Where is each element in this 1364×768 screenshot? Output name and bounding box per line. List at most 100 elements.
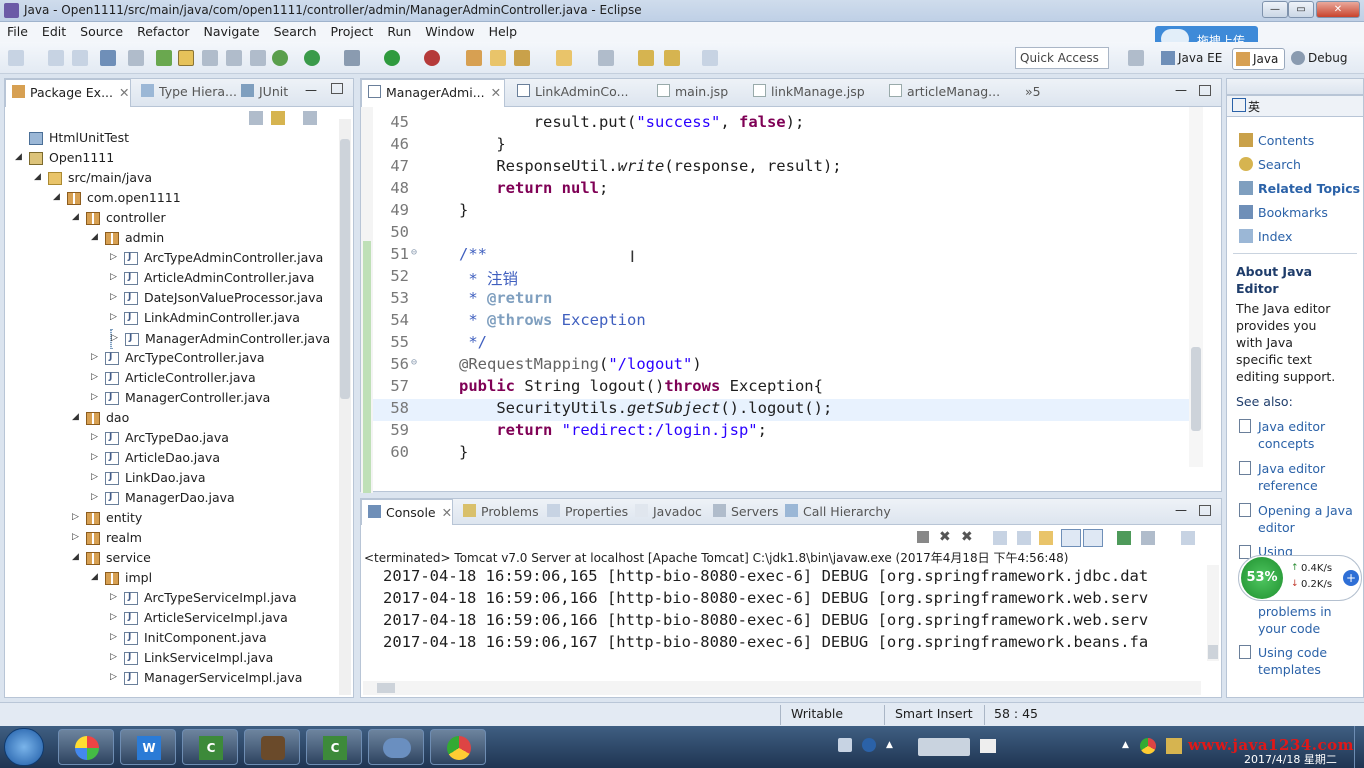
quick-access-input[interactable]: Quick Access	[1015, 47, 1109, 69]
tray-app-icon[interactable]	[1166, 738, 1182, 754]
tab-problems[interactable]: Problems	[457, 499, 539, 525]
expanded-arrow-icon[interactable]: ◢	[91, 572, 98, 582]
external-tools-icon[interactable]	[424, 50, 440, 66]
expanded-arrow-icon[interactable]: ◢	[72, 412, 79, 422]
collapsed-arrow-icon[interactable]: ▷	[110, 612, 117, 622]
code-line[interactable]: 58 SecurityUtils.getSubject().logout();	[373, 399, 1189, 421]
tab-javadoc[interactable]: Javadoc	[629, 499, 705, 525]
code-line[interactable]: 45 result.put("success", false);	[373, 113, 1189, 135]
expand-icon[interactable]: +	[1343, 570, 1359, 586]
see-also-link[interactable]: Opening a Java editor	[1258, 502, 1354, 536]
code-line[interactable]: 51 /** ⊖	[373, 245, 1189, 267]
next-annotation-icon[interactable]	[556, 50, 572, 66]
console-output[interactable]: 2017-04-18 16:59:06,165 [http-bio-8080-e…	[361, 567, 1207, 679]
display-console-icon[interactable]	[1141, 531, 1155, 545]
menu-refactor[interactable]: Refactor	[130, 22, 196, 42]
collapsed-arrow-icon[interactable]: ▷	[72, 532, 79, 542]
tab-link-admin-controller[interactable]: LinkAdminCo...	[511, 79, 631, 107]
terminate-icon[interactable]	[917, 531, 929, 543]
server-start-icon[interactable]	[304, 50, 320, 66]
code-line[interactable]: 50	[373, 223, 1189, 245]
expanded-arrow-icon[interactable]: ◢	[34, 172, 41, 182]
fold-icon[interactable]: ⊖	[411, 247, 417, 258]
code-line[interactable]: 57 public String logout()throws Exception…	[373, 377, 1189, 399]
expanded-arrow-icon[interactable]: ◢	[53, 192, 60, 202]
menu-window[interactable]: Window	[418, 22, 481, 42]
menu-project[interactable]: Project	[324, 22, 381, 42]
maximize-button[interactable]: ▭	[1288, 1, 1314, 18]
debug-icon[interactable]	[344, 50, 360, 66]
tab-package-explorer[interactable]: Package Ex... ✕	[5, 79, 131, 107]
code-line[interactable]: 53 * @return	[373, 289, 1189, 311]
code-line[interactable]: 46 }	[373, 135, 1189, 157]
remove-launch-icon[interactable]: ✖	[939, 529, 951, 545]
tray-arrow-icon[interactable]: ▲	[1122, 740, 1129, 750]
tree-scrollbar[interactable]	[339, 119, 351, 695]
refresh-icon[interactable]	[272, 50, 288, 66]
pin-console-icon[interactable]	[1117, 531, 1131, 545]
taskbar-word-icon[interactable]: W	[120, 729, 176, 765]
help-search-link[interactable]: Search	[1258, 157, 1301, 172]
collapsed-arrow-icon[interactable]: ▷	[91, 492, 98, 502]
collapsed-arrow-icon[interactable]: ▷	[110, 252, 117, 262]
menu-source[interactable]: Source	[73, 22, 130, 42]
tray-help-icon[interactable]	[862, 738, 876, 752]
start-button-icon[interactable]	[4, 728, 44, 766]
show-desktop-button[interactable]	[1354, 726, 1364, 768]
code-line[interactable]: 47 ResponseUtil.write(response, result);	[373, 157, 1189, 179]
clear-console-icon[interactable]	[993, 531, 1007, 545]
taskbar-eclipse-icon[interactable]	[244, 729, 300, 765]
code-line[interactable]: 59 return "redirect:/login.jsp";	[373, 421, 1189, 443]
maximize-view-icon[interactable]	[331, 83, 343, 94]
open-perspective-icon[interactable]	[1128, 50, 1144, 66]
code-line[interactable]: 54 * @throws Exception	[373, 311, 1189, 333]
code-line[interactable]: 56 @RequestMapping("/logout") ⊖	[373, 355, 1189, 377]
tab-manager-admin-controller[interactable]: ManagerAdmi... ✕	[361, 79, 505, 107]
code-line[interactable]: 52 * 注销	[373, 267, 1189, 289]
word-wrap-console-icon[interactable]	[1039, 531, 1053, 545]
remove-all-icon[interactable]: ✖	[961, 529, 973, 545]
ime-lang[interactable]: 英	[1248, 98, 1260, 115]
new-icon[interactable]	[8, 50, 24, 66]
code-area[interactable]: 45 result.put("success", false); 46 } 47 R…	[373, 113, 1195, 489]
collapsed-arrow-icon[interactable]: ▷	[110, 672, 117, 682]
menu-navigate[interactable]: Navigate	[197, 22, 267, 42]
expanded-arrow-icon[interactable]: ◢	[91, 232, 98, 242]
collapsed-arrow-icon[interactable]: ▷	[72, 512, 79, 522]
expanded-arrow-icon[interactable]: ◢	[15, 152, 22, 162]
word-wrap-icon[interactable]	[250, 50, 266, 66]
collapsed-arrow-icon[interactable]: ▷	[91, 392, 98, 402]
minimize-view-icon[interactable]: —	[305, 83, 317, 97]
close-button[interactable]: ✕	[1316, 1, 1360, 18]
code-line[interactable]: 49}	[373, 201, 1189, 223]
collapsed-arrow-icon[interactable]: ▷	[91, 352, 98, 362]
prev-annotation-icon[interactable]	[598, 50, 614, 66]
collapsed-arrow-icon[interactable]: ▷	[91, 472, 98, 482]
see-also-link[interactable]: Java editor concepts	[1258, 418, 1354, 452]
console-hscrollbar[interactable]	[363, 681, 1201, 695]
perspective-java[interactable]: Java	[1232, 48, 1286, 70]
link-editor-icon[interactable]	[271, 111, 285, 125]
perspective-debug[interactable]: Debug	[1288, 48, 1353, 70]
menu-search[interactable]: Search	[267, 22, 324, 42]
tree-node[interactable]: ▷ ManagerAdminController.java	[110, 329, 330, 349]
last-edit-icon[interactable]	[638, 50, 654, 66]
run-icon[interactable]	[384, 50, 400, 66]
tab-junit[interactable]: JUnit	[235, 79, 305, 107]
tray-expand-icon[interactable]: ▲	[886, 740, 893, 750]
collapsed-arrow-icon[interactable]: ▷	[110, 592, 117, 602]
collapsed-arrow-icon[interactable]: ▷	[91, 372, 98, 382]
help-related-topics-link[interactable]: Related Topics	[1258, 181, 1360, 196]
taskbar-mysql-icon[interactable]	[368, 729, 424, 765]
code-line[interactable]: 60}	[373, 443, 1189, 465]
collapsed-arrow-icon[interactable]: ▷	[110, 652, 117, 662]
collapsed-arrow-icon[interactable]: ▷	[91, 432, 98, 442]
status-insert-mode[interactable]: Smart Insert	[895, 706, 973, 721]
highlight-icon[interactable]	[178, 50, 194, 66]
view-menu-icon[interactable]	[303, 111, 317, 125]
taskbar-ie-icon[interactable]	[58, 729, 114, 765]
taskbar-chrome-icon[interactable]	[430, 729, 486, 765]
console-vscrollbar[interactable]	[1207, 565, 1219, 661]
see-also-link[interactable]: Java editor reference	[1258, 460, 1354, 494]
tab-servers[interactable]: Servers	[707, 499, 779, 525]
